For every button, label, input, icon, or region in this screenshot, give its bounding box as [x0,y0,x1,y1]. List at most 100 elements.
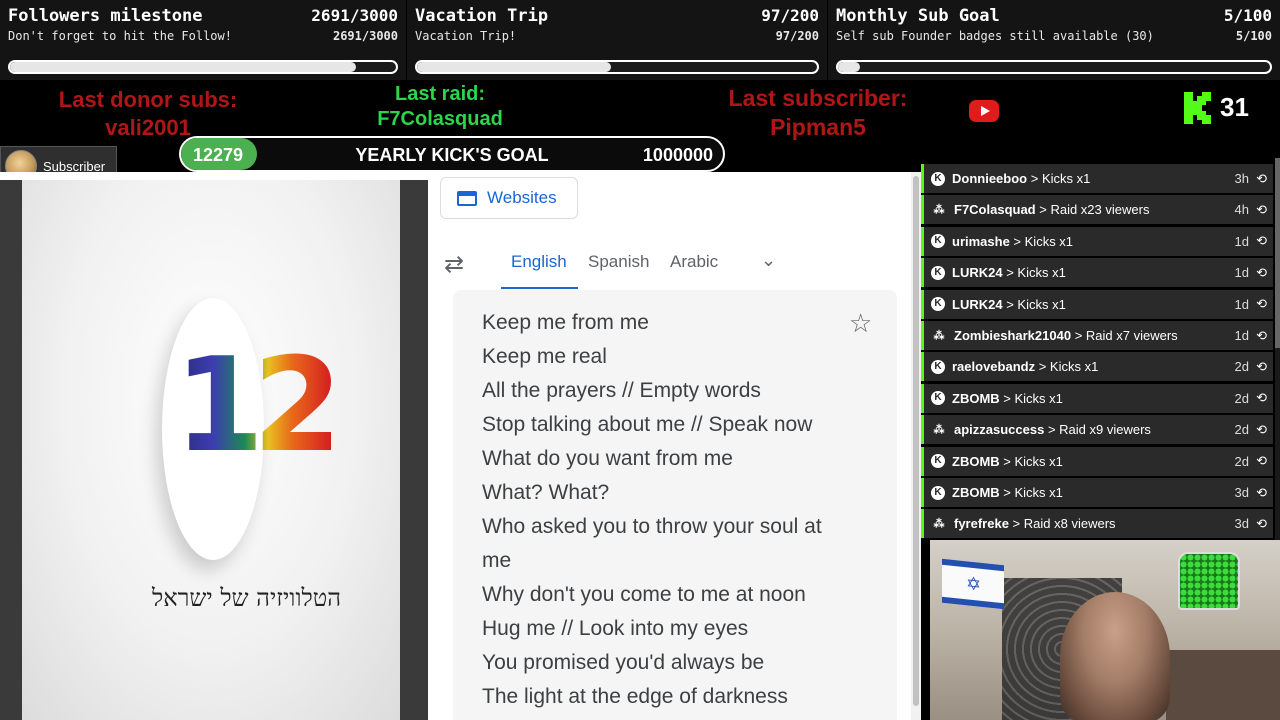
star-icon[interactable]: ☆ [849,308,872,339]
feed-item: Kurimashe > Kicks x1 1d ⟲ [921,226,1273,256]
feed-user: raelovebandz [952,359,1036,375]
last-donor-label: Last donor subs: [58,87,238,112]
translate-pane: Websites ⇄ English Spanish Arabic ⌄ ☆ Ke… [428,172,921,720]
feed-text: ZBOMB > Kicks x1 [952,454,1063,469]
feed-item: K ZBOMB > Kicks x1 3d ⟲ [921,478,1273,507]
lyric-line: All the prayers // Empty words [482,379,761,402]
goal-monthly-sub: Monthly Sub Goal 5/100 Self sub Founder … [828,0,1280,80]
replay-icon[interactable]: ⟲ [1256,453,1267,469]
feed-text: F7Colasquad > Raid x23 viewers [954,202,1149,217]
channel-logo-caption: הטלוויזיה של ישראל [152,584,342,612]
replay-icon[interactable]: ⟲ [1256,485,1267,501]
replay-icon[interactable]: ⟲ [1256,296,1267,312]
browser-window-icon [457,190,477,206]
feed-text: LURK24 > Kicks x1 [952,265,1066,280]
video-pane[interactable]: 12 הטלוויזיה של ישראל [0,180,428,720]
last-sub-label: Last subscriber: [728,85,908,111]
last-sub-name: Pipman5 [770,113,866,140]
feed-time: 3d [1234,485,1249,500]
goal-progress-bar [8,60,398,74]
feed-item: ⁂ fyrefreke > Raid x8 viewers 3d ⟲ [921,509,1273,539]
feed-user: LURK24 [952,296,1003,312]
feed-separator: > [1008,516,1024,532]
feed-action: Kicks x1 [1017,296,1066,312]
last-raid: Last raid: F7Colasquad [330,82,550,132]
event-feed: K Donnieeboo > Kicks x1 3h ⟲ ⁂ F7Colasquad > … [921,158,1280,540]
lyric-line: What do you want from me [482,447,733,470]
feed-time: 3h [1234,171,1249,186]
active-tab-indicator [501,287,578,289]
page-scrollbar[interactable] [911,172,921,720]
feed-text: ZBOMB > Kicks x1 [952,485,1063,500]
yearly-goal-bar: 12279 YEARLY KICK'S GOAL 1000000 [179,136,725,172]
feed-action: Kicks x1 [1024,233,1074,249]
feed-item: Kraelovebandz > Kicks x1 2d ⟲ [921,352,1273,382]
raid-icon: ⁂ [933,423,945,436]
goal-count-small: 97/200 [775,29,819,43]
lyric-line: Stop talking about me // Speak now [482,413,813,436]
websites-button[interactable]: Websites [440,177,578,219]
replay-icon[interactable]: ⟲ [1256,171,1267,187]
feed-text: Zombieshark21040 > Raid x7 viewers [954,328,1178,343]
feed-time: 1d [1234,328,1249,343]
channel-logo-number: 12 [174,329,343,481]
goal-progress-fill [10,62,357,72]
kick-icon: K [931,359,945,374]
last-raid-name: F7Colasquad [377,108,503,130]
feed-time: 1d [1234,265,1249,281]
feed-user: ZBOMB [952,390,1000,406]
goal-progress-bar [836,60,1272,74]
feed-time: 1d [1234,233,1249,249]
feed-separator: > [1002,265,1018,281]
replay-icon[interactable]: ⟲ [1256,202,1267,218]
feed-separator: > [999,453,1015,469]
feed-action: Raid x9 viewers [1059,422,1151,438]
feed-action: Kicks x1 [1017,265,1066,281]
goal-count: 97/200 [761,6,819,25]
streamer [1060,592,1170,720]
feed-time: 2d [1234,359,1249,375]
feed-separator: > [1044,422,1060,438]
feed-item: K LURK24 > Kicks x1 1d ⟲ [921,289,1273,319]
replay-icon[interactable]: ⟲ [1256,516,1267,532]
tab-arabic[interactable]: Arabic [670,252,718,272]
last-subscriber: Last subscriber: Pipman5 [700,84,936,142]
replay-icon[interactable]: ⟲ [1256,422,1267,438]
feed-action: Raid x7 viewers [1085,328,1178,343]
goal-subtitle: Don't forget to hit the Follow! [8,29,232,43]
replay-icon[interactable]: ⟲ [1256,233,1267,249]
kick-count: 31 [1220,92,1249,122]
webcam-feed: ✡ [930,540,1280,720]
chevron-down-icon[interactable]: ⌄ [761,250,776,271]
israel-flag-icon: ✡ [942,558,1004,610]
replay-icon[interactable]: ⟲ [1256,359,1267,375]
kick-logo-icon [1184,92,1211,124]
swap-languages-icon[interactable]: ⇄ [444,250,464,279]
feed-action: Kicks x1 [1049,359,1099,375]
feed-time: 1d [1234,296,1249,312]
lyric-line: Keep me from me [482,311,649,334]
tab-spanish[interactable]: Spanish [588,252,649,272]
feed-separator: > [1035,202,1051,218]
replay-icon[interactable]: ⟲ [1256,265,1267,281]
kick-icon: K [931,297,945,312]
feed-user: ZBOMB [952,453,1000,469]
feed-action: Kicks x1 [1014,453,1063,469]
feed-separator: > [1035,359,1050,375]
feed-action: Kicks x1 [1014,485,1063,500]
feed-scrollbar[interactable] [1275,158,1280,540]
lyric-line: Who asked you to throw your soul at [482,515,822,538]
goal-progress-bar [415,60,819,74]
feed-text: Donnieeboo > Kicks x1 [952,171,1090,186]
feed-scrollbar-thumb[interactable] [1275,158,1280,348]
last-raid-label: Last raid: [394,83,486,105]
lyric-line: Keep me real [482,345,607,368]
goal-subtitle: Vacation Trip! [415,29,517,43]
tab-english[interactable]: English [511,252,567,272]
replay-icon[interactable]: ⟲ [1256,328,1267,344]
page-scrollbar-thumb[interactable] [913,176,919,706]
feed-user: F7Colasquad [954,202,1036,218]
replay-icon[interactable]: ⟲ [1256,390,1267,406]
feed-item: K ZBOMB > Kicks x1 2d ⟲ [921,446,1273,476]
yearly-goal-title: YEARLY KICK'S GOAL [355,145,549,165]
